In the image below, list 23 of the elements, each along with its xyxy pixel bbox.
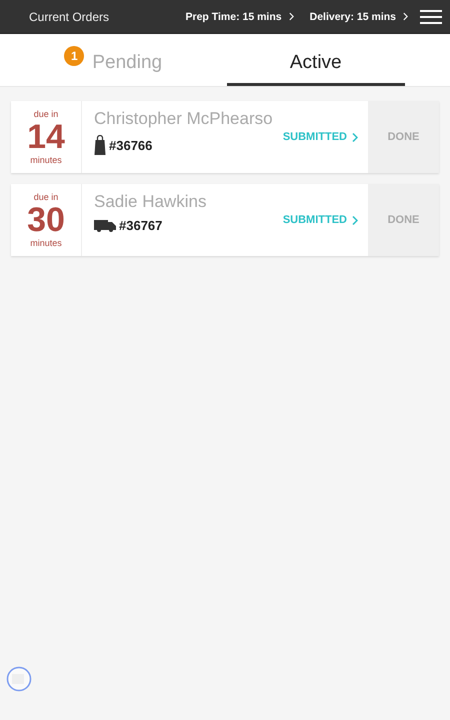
- chevron-icon: [352, 214, 358, 226]
- minutes-label: minutes: [30, 238, 62, 248]
- customer-name: Sadie Hawkins: [94, 192, 208, 212]
- bag-icon: [94, 135, 106, 155]
- count-badge: 1: [64, 46, 84, 66]
- menu-icon[interactable]: [420, 10, 442, 24]
- tab[interactable]: Active: [226, 34, 405, 86]
- van-icon: [94, 219, 116, 232]
- due-minutes: 14: [27, 119, 65, 155]
- chevron-icon: [403, 12, 408, 21]
- chevron-icon: [352, 132, 358, 142]
- floating-bubble-icon[interactable]: [6, 666, 32, 692]
- chevron-icon: [288, 12, 294, 21]
- due-label: due in: [34, 192, 58, 202]
- delivery-time-button[interactable]: Delivery: 15 mins: [306, 10, 412, 22]
- customer-name: Christopher McPhearso: [94, 109, 274, 129]
- order-number: #36767: [119, 218, 162, 233]
- due-minutes: 30: [27, 202, 65, 238]
- order-number: #36766: [109, 138, 152, 152]
- screen-title: Current Orders: [29, 10, 110, 24]
- prep-time-button[interactable]: Prep Time: 15 mins: [182, 10, 298, 22]
- minutes-label: minutes: [30, 155, 62, 165]
- due-label: due in: [34, 109, 58, 119]
